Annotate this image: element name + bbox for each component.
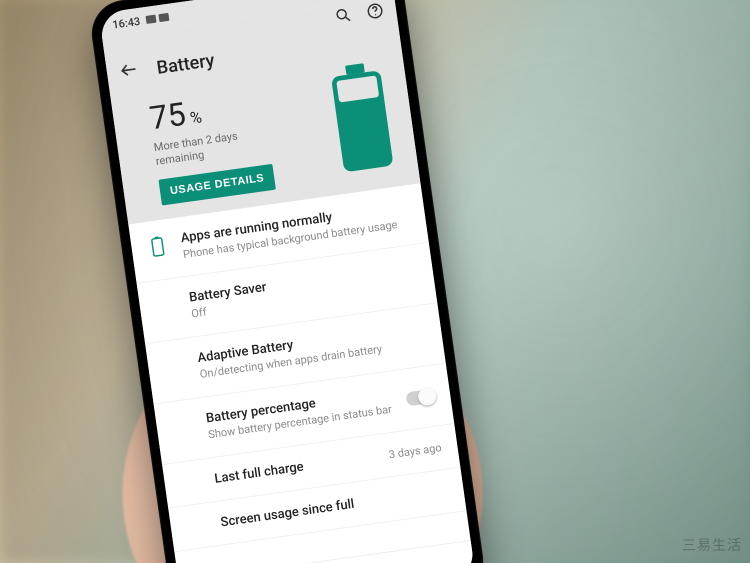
status-chip-icon [145, 15, 156, 24]
phone-screen: 16:43 [99, 0, 476, 563]
battery-summary: 75 % More than 2 days remaining USAGE DE… [147, 84, 276, 206]
settings-list: Apps are running normally Phone has typi… [128, 183, 466, 552]
status-chip-icon [158, 13, 169, 22]
battery-outline-icon [146, 235, 169, 258]
battery-percent-value: 75 [147, 95, 188, 138]
row-trailing: 3 days ago [388, 441, 442, 461]
battery-percentage-toggle[interactable] [405, 388, 437, 406]
row-title: Last full charge [214, 449, 376, 486]
watermark: 三易生活 [682, 535, 742, 555]
back-icon[interactable] [118, 59, 141, 86]
search-icon[interactable] [333, 5, 354, 29]
battery-percent-symbol: % [189, 107, 203, 127]
status-icons [145, 13, 169, 24]
photo-background: 三易生活 16:43 [0, 0, 750, 563]
battery-icon [324, 60, 400, 176]
usage-details-button[interactable]: USAGE DETAILS [158, 163, 275, 205]
page-title: Battery [155, 49, 215, 78]
help-icon[interactable] [365, 1, 386, 25]
status-time: 16:43 [111, 14, 140, 31]
phone-frame: 16:43 [87, 0, 487, 563]
nav-recent-icon[interactable] [395, 559, 413, 563]
